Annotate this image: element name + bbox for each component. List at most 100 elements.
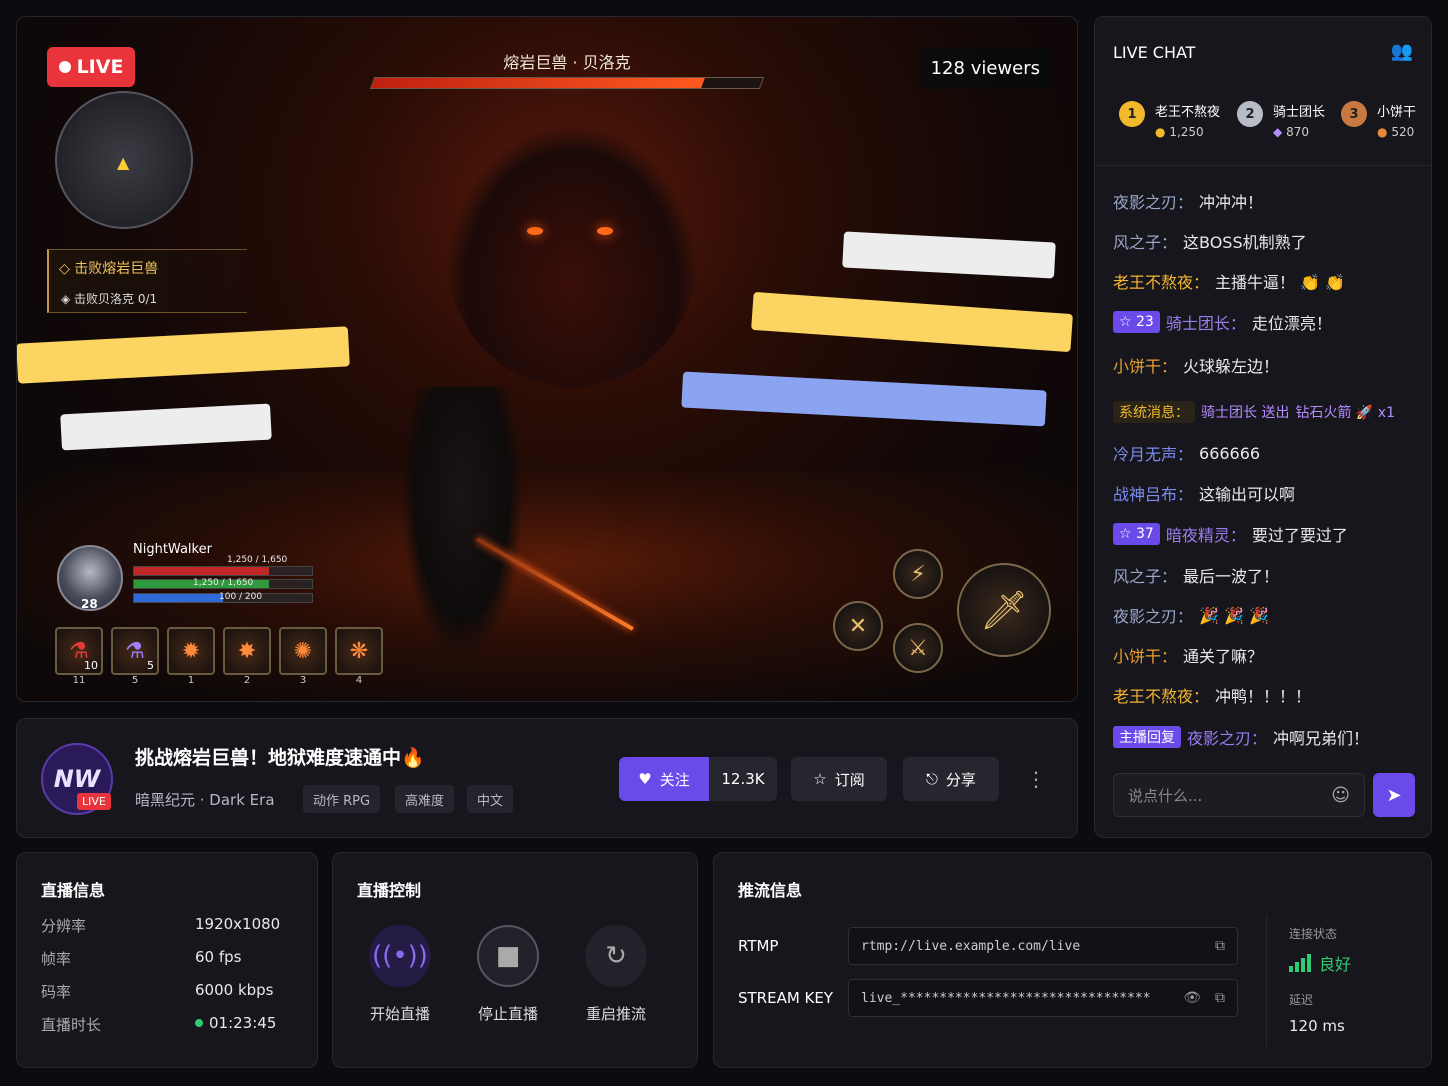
coin-icon: ●: [1155, 125, 1166, 139]
chat-message: 夜影之刃： 🎉 🎉 🎉: [1113, 603, 1269, 627]
copy-icon[interactable]: ⧉: [1215, 990, 1225, 1006]
chat-text: 🎉 🎉 🎉: [1199, 605, 1269, 625]
divider: [1266, 915, 1267, 1047]
top-fan-points: ◆ 870: [1273, 125, 1309, 139]
subscribe-button[interactable]: ☆ 订阅: [791, 757, 887, 801]
push-title: 推流信息: [738, 881, 803, 900]
viewer-count: 128 viewers: [918, 47, 1052, 89]
hotbar-count: 10: [84, 659, 98, 672]
start-stream-button[interactable]: ((•)) 开始直播: [350, 925, 450, 1024]
rtmp-url-field[interactable]: rtmp://live.example.com/live ⧉: [848, 927, 1238, 965]
stream-key-field[interactable]: live_******************************** 👁 …: [848, 979, 1238, 1017]
minimap[interactable]: ▲: [55, 91, 193, 229]
chat-text: 冲啊兄弟们！: [1273, 729, 1370, 748]
quest-objective: ◈ 击败贝洛克 0/1: [61, 292, 158, 306]
divider: [1095, 165, 1431, 166]
tag-difficulty[interactable]: 高难度: [395, 785, 455, 813]
chat-username[interactable]: 小饼干：: [1113, 353, 1177, 377]
video-player[interactable]: LIVE 128 viewers 熔岩巨兽 · 贝洛克 ▲ ◇ 击败熔岩巨兽 ◈…: [16, 16, 1078, 702]
emoji-icon[interactable]: ☺: [1331, 785, 1350, 806]
live-chat-panel: LIVE CHAT 👥 1 老王不熬夜 ● 1,250 2 骑士团长 ◆ 870…: [1094, 16, 1432, 838]
chat-username[interactable]: 冷月无声：: [1113, 441, 1193, 465]
purple-potion-icon[interactable]: ⚗ 5: [111, 627, 159, 675]
chat-badge: ☆ 23: [1113, 311, 1160, 333]
star-icon: ☆: [813, 770, 827, 788]
stat-value: 60 fps: [195, 948, 242, 966]
chat-username[interactable]: 小饼干：: [1113, 643, 1177, 667]
stop-stream-button[interactable]: ■ 停止直播: [458, 925, 558, 1024]
silver-medal-icon: 2: [1237, 101, 1263, 127]
chat-username[interactable]: 老王不熬夜：: [1113, 683, 1209, 707]
share-button[interactable]: ⎋ 分享: [903, 757, 999, 801]
hotbar-key: 4: [355, 675, 363, 686]
skill-button-cross-strike[interactable]: ✕: [833, 601, 883, 651]
chat-input[interactable]: 说点什么... ☺: [1113, 773, 1365, 817]
skill-button-lightning[interactable]: ⚡: [893, 549, 943, 599]
hotbar-key: 11: [72, 675, 86, 686]
restart-stream-button[interactable]: ↻ 重启推流: [566, 925, 666, 1024]
stream-key-label: STREAM KEY: [738, 989, 834, 1007]
tag-language[interactable]: 中文: [467, 785, 514, 813]
skill-button-blades[interactable]: ⚔: [893, 623, 943, 673]
inferno-skill-icon[interactable]: ❋: [335, 627, 383, 675]
users-icon[interactable]: 👥: [1391, 41, 1413, 62]
stream-key-value: live_********************************: [861, 990, 1151, 1006]
subscribe-label: 订阅: [834, 770, 865, 789]
hotbar-key: 1: [187, 675, 195, 686]
status-dot-icon: [195, 1019, 203, 1027]
rtmp-label: RTMP: [738, 937, 779, 955]
top-fan-name: 老王不熬夜: [1155, 105, 1221, 120]
more-options-button[interactable]: ⋮: [1021, 757, 1051, 801]
chat-username[interactable]: 骑士团长：: [1166, 310, 1246, 334]
live-dot-icon: [58, 61, 71, 73]
chat-text: 走位漂亮！: [1251, 314, 1332, 333]
live-label: LIVE: [76, 56, 124, 78]
copy-icon[interactable]: ⧉: [1215, 938, 1225, 954]
chat-message: 风之子： 这BOSS机制熟了: [1113, 229, 1307, 253]
player-level: 28: [81, 597, 98, 611]
follower-count: 12.3K: [709, 757, 777, 801]
stream-title: 挑战熔岩巨兽！地狱难度速通中🔥: [135, 747, 425, 769]
chat-username[interactable]: 骑士团长 送出: [1201, 402, 1289, 422]
quest-title: ◇ 击败熔岩巨兽: [59, 261, 159, 277]
chat-text: 火球躲左边！: [1183, 357, 1280, 376]
share-label: 分享: [945, 770, 976, 789]
chat-username[interactable]: 风之子：: [1113, 563, 1177, 587]
chat-text: 冲冲冲！: [1199, 193, 1264, 212]
danmaku-bar: [751, 291, 1073, 353]
stat-value: 1920x1080: [195, 915, 281, 933]
send-button[interactable]: ➤: [1373, 773, 1415, 817]
player-marker-icon: ▲: [117, 153, 130, 172]
hotbar-glyph: ✸: [237, 638, 257, 664]
fire-burst-skill-icon[interactable]: ✹: [167, 627, 215, 675]
hotbar-key: 3: [299, 675, 307, 686]
send-icon: ➤: [1386, 784, 1402, 806]
tag-genre[interactable]: 动作 RPG: [303, 785, 381, 813]
hotbar-key: 2: [243, 675, 251, 686]
chat-text: 最后一波了！: [1183, 567, 1280, 586]
chat-username[interactable]: 风之子：: [1113, 229, 1177, 253]
attack-button[interactable]: 🗡: [957, 563, 1051, 657]
channel-name[interactable]: 暗黑纪元 · Dark Era: [135, 789, 275, 810]
red-potion-icon[interactable]: ⚗ 10: [55, 627, 103, 675]
chat-username[interactable]: 夜影之刃：: [1113, 189, 1193, 213]
chat-username[interactable]: 老王不熬夜：: [1113, 269, 1209, 293]
chat-message: 战神吕布： 这输出可以啊: [1113, 481, 1295, 505]
follow-button[interactable]: ♥ 关注: [619, 757, 709, 801]
flame-slash-skill-icon[interactable]: ✸: [223, 627, 271, 675]
connection-status: 良好: [1289, 951, 1351, 975]
live-badge: LIVE: [47, 47, 135, 87]
chat-message: 冷月无声： 666666: [1113, 441, 1260, 465]
eye-icon[interactable]: 👁: [1183, 990, 1201, 1006]
latency-label: 延迟: [1289, 993, 1314, 1007]
chat-username[interactable]: 暗夜精灵：: [1166, 522, 1246, 546]
top-fan-points: ● 1,250: [1155, 125, 1204, 139]
chat-username[interactable]: 夜影之刃：: [1113, 603, 1193, 627]
chat-message: 老王不熬夜： 冲鸭！！！！: [1113, 683, 1311, 707]
chat-message: 主播回复 夜影之刃： 冲啊兄弟们！: [1113, 725, 1369, 749]
player-stamina-text: 1,250 / 1,650: [193, 578, 254, 588]
broadcast-icon: ((•)): [369, 925, 431, 987]
chat-username[interactable]: 夜影之刃：: [1187, 725, 1267, 749]
chat-username[interactable]: 战神吕布：: [1113, 481, 1193, 505]
meteor-skill-icon[interactable]: ✺: [279, 627, 327, 675]
